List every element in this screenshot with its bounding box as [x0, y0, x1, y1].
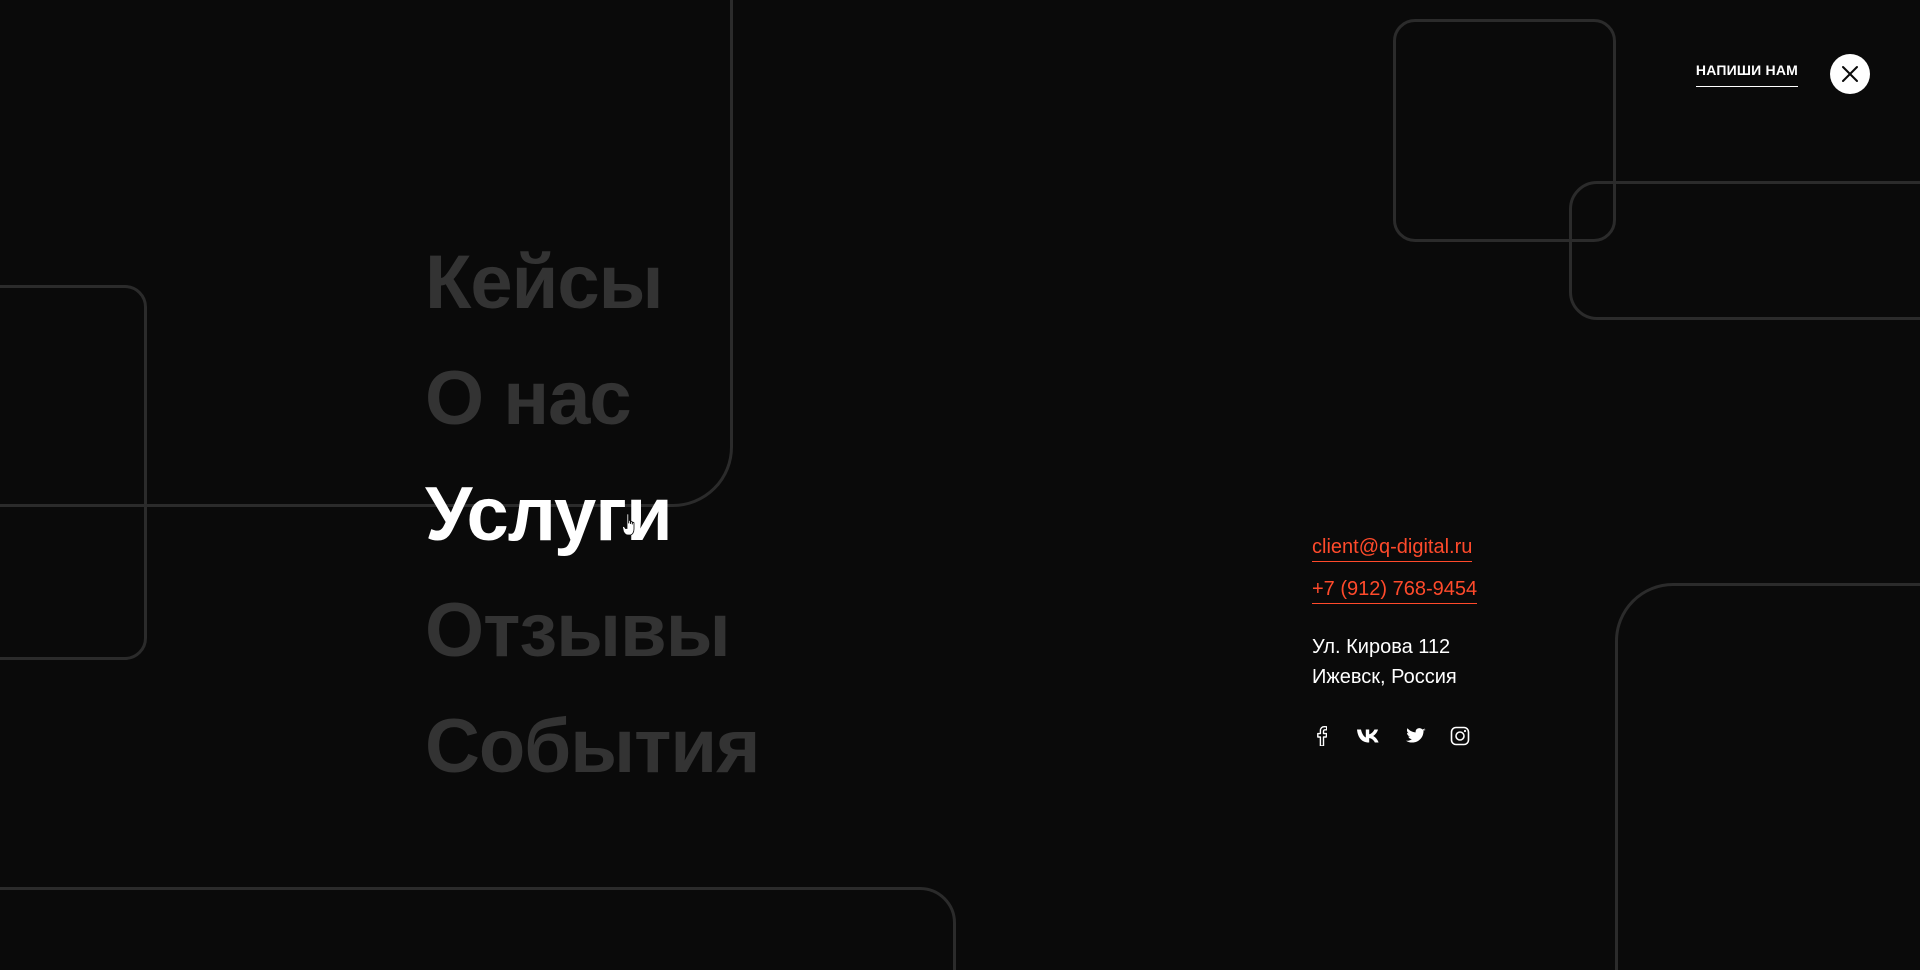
instagram-icon [1450, 726, 1470, 746]
nav-item-reviews: Отзывы [425, 573, 759, 689]
nav-item-about: О нас [425, 341, 759, 457]
decorative-frame [1569, 181, 1920, 320]
close-icon [1842, 66, 1858, 82]
write-us-link[interactable]: НАПИШИ НАМ [1695, 62, 1798, 87]
header: НАПИШИ НАМ [1695, 54, 1870, 94]
phone-link[interactable]: +7 (912) 768-9454 [1312, 578, 1478, 604]
social-links [1312, 726, 1612, 746]
contacts: client@q-digital.ru +7 (912) 768-9454 Ул… [1312, 536, 1612, 746]
decorative-frame [0, 285, 147, 660]
menu-overlay: НАПИШИ НАМ Кейсы О нас Услуги Отзывы Соб… [0, 0, 1920, 970]
hand-cursor-icon [622, 513, 635, 536]
address: Ул. Кирова 112 Ижевск, Россия [1312, 632, 1612, 692]
decorative-frame [1615, 583, 1920, 970]
nav-item-cases: Кейсы [425, 225, 759, 341]
nav-link-reviews[interactable]: Отзывы [425, 588, 731, 673]
email-link[interactable]: client@q-digital.ru [1312, 536, 1473, 562]
instagram-link[interactable] [1450, 726, 1470, 746]
nav-item-services: Услуги [425, 457, 759, 573]
vk-icon [1357, 729, 1379, 743]
facebook-link[interactable] [1312, 726, 1332, 746]
nav-link-about[interactable]: О нас [425, 356, 632, 441]
address-city: Ижевск, Россия [1312, 666, 1457, 688]
nav-link-cases[interactable]: Кейсы [425, 240, 664, 325]
nav-item-events: События [425, 689, 760, 805]
facebook-icon [1317, 726, 1327, 746]
address-street: Ул. Кирова 112 [1312, 636, 1451, 658]
vk-link[interactable] [1356, 726, 1382, 746]
decorative-frame [0, 887, 956, 970]
main-nav: Кейсы О нас Услуги Отзывы События [425, 225, 760, 805]
close-button[interactable] [1830, 54, 1870, 94]
nav-link-events[interactable]: События [425, 704, 760, 789]
twitter-link[interactable] [1406, 726, 1426, 746]
twitter-icon [1406, 728, 1426, 743]
